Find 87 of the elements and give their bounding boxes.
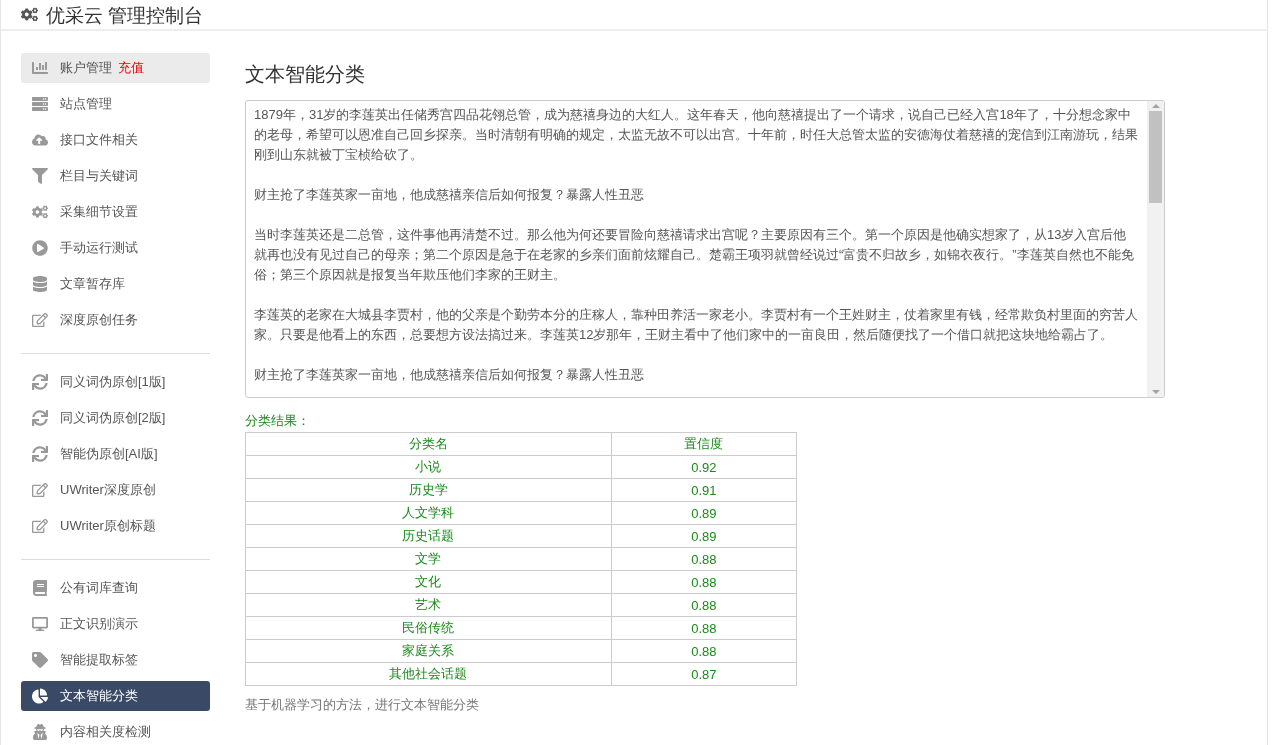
table-cell: 人文学科 <box>245 501 612 525</box>
sidebar-label: 深度原创任务 <box>60 311 138 329</box>
sidebar-label: 接口文件相关 <box>60 131 138 149</box>
sidebar-item[interactable]: 同义词伪原创[1版] <box>21 367 210 397</box>
sidebar-label: 正文识别演示 <box>60 615 138 633</box>
table-cell: 0.88 <box>611 593 797 617</box>
sidebar-item[interactable]: 账户管理 充值 <box>21 53 210 83</box>
column-header: 分类名 <box>245 432 612 456</box>
scrollbar[interactable] <box>1147 101 1164 397</box>
sidebar-label: UWriter原创标题 <box>60 517 156 535</box>
tag-icon <box>32 652 48 668</box>
table-cell: 0.89 <box>611 501 797 525</box>
sidebar-item[interactable]: 深度原创任务 <box>21 305 210 335</box>
sidebar-item[interactable]: 文本智能分类 <box>21 681 210 711</box>
table-cell: 小说 <box>245 455 612 479</box>
sidebar-item[interactable]: 智能伪原创[AI版] <box>21 439 210 469</box>
table-cell: 艺术 <box>245 593 612 617</box>
table-cell: 0.92 <box>611 455 797 479</box>
sidebar-item[interactable]: 同义词伪原创[2版] <box>21 403 210 433</box>
edit-icon <box>32 482 48 498</box>
play-icon <box>32 240 48 256</box>
table-cell: 家庭关系 <box>245 639 612 663</box>
table-cell: 0.87 <box>611 662 797 686</box>
table-cell: 文学 <box>245 547 612 571</box>
filter-icon <box>32 168 48 184</box>
text-input[interactable]: 1879年，31岁的李莲英出任储秀宫四品花翎总管，成为慈禧身边的大红人。这年春天，他向慈禧提出了一个请求，说自己已经入宫18年了，十分想念家中的老母，希望可以恩准自己回乡探亲。当时清朝有明确的规定，太监无故不可以出宫。十年前，时任大总管太监的安德海仗着慈禧的宠信到江南游玩，结果刚到山东就被丁宝桢给砍了。 财主抢了李莲英家一亩地，他成慈禧亲信后如何报复？暴露人性丑恶 当时李莲英还是二总管，这件事他再清楚不过。那么他为何还要冒险向慈禧请求出宫呢？主要原因有三个。第一个原因是他确实想家了，从13岁入宫后他就再也没有见过自己的母亲；第二个原因是急于在老家的乡亲们面前炫耀自己。楚霸王项羽就曾经说过“富贵不归故乡，如锦衣夜行。”李莲英自然也不能免俗；第三个原因就是报复当年欺压他们李家的王财主。 李莲英的老家在大城县李贾村，他的父亲是个勤劳本分的庄稼人，靠种田养活一家老小。李贾村有一个王姓财主，仗着家里有钱，经常欺负村里面的穷苦人家。只要是他看上的东西，总要想方设法搞过来。李莲英12岁那年，王财主看中了他们家中的一亩良田，然后随便找了一个借口就把这块地给霸占了。 财主抢了李莲英家一亩地，他成慈禧亲信后如何报复？暴露人性丑恶 <box>245 100 1165 398</box>
gears-icon <box>32 204 48 220</box>
edit-icon <box>32 312 48 328</box>
result-label: 分类结果： <box>245 412 311 430</box>
sidebar-item[interactable]: 站点管理 <box>21 89 210 119</box>
sidebar-label: 手动运行测试 <box>60 239 138 257</box>
scrollbar-thumb[interactable] <box>1149 111 1162 203</box>
sidebar-item[interactable]: 内容相关度检测 <box>21 717 210 745</box>
server-icon <box>32 96 48 112</box>
table-cell: 0.88 <box>611 616 797 640</box>
sidebar-label: 账户管理 <box>60 59 112 77</box>
sidebar-item[interactable]: 智能提取标签 <box>21 645 210 675</box>
refresh-icon <box>32 410 48 426</box>
sidebar-item[interactable]: 公有词库查询 <box>21 573 210 603</box>
bar-chart-icon <box>32 60 48 76</box>
person-icon <box>32 724 48 740</box>
sidebar-label: 同义词伪原创[2版] <box>60 409 166 427</box>
edit-icon <box>32 518 48 534</box>
settings-icon <box>21 6 38 23</box>
refresh-icon <box>32 374 48 390</box>
scroll-up-icon[interactable] <box>1151 101 1160 111</box>
monitor-icon <box>32 616 48 632</box>
table-cell: 历史话题 <box>245 524 612 548</box>
table-cell: 民俗传统 <box>245 616 612 640</box>
sidebar-label: 文本智能分类 <box>60 687 138 705</box>
sidebar-item[interactable]: 栏目与关键词 <box>21 161 210 191</box>
sidebar-label: 文章暂存库 <box>60 275 125 293</box>
sidebar-item[interactable]: UWriter深度原创 <box>21 475 210 505</box>
sidebar-label: 智能伪原创[AI版] <box>60 445 158 463</box>
column-header: 置信度 <box>611 432 797 456</box>
table-cell: 0.88 <box>611 547 797 571</box>
sidebar-label: 栏目与关键词 <box>60 167 138 185</box>
page-title: 文本智能分类 <box>245 62 366 87</box>
table-cell: 文化 <box>245 570 612 594</box>
sidebar-label: 采集细节设置 <box>60 203 138 221</box>
refresh-icon <box>32 446 48 462</box>
sidebar-label: 同义词伪原创[1版] <box>60 373 166 391</box>
table-cell: 0.91 <box>611 478 797 502</box>
scroll-down-icon[interactable] <box>1151 387 1160 397</box>
sidebar-item[interactable]: 正文识别演示 <box>21 609 210 639</box>
sidebar-label: 智能提取标签 <box>60 651 138 669</box>
table-cell: 其他社会话题 <box>245 662 612 686</box>
sidebar-label: UWriter深度原创 <box>60 481 156 499</box>
cloud-upload-icon <box>32 132 48 148</box>
table-cell: 0.89 <box>611 524 797 548</box>
app-title: 优采云 管理控制台 <box>46 4 204 28</box>
table-cell: 0.88 <box>611 639 797 663</box>
sidebar-item[interactable]: 采集细节设置 <box>21 197 210 227</box>
database-icon <box>32 276 48 292</box>
sidebar-item[interactable]: 文章暂存库 <box>21 269 210 299</box>
sidebar-item[interactable]: UWriter原创标题 <box>21 511 210 541</box>
pie-chart-icon <box>32 688 48 704</box>
footer-note: 基于机器学习的方法，进行文本智能分类 <box>245 696 480 714</box>
sidebar-item[interactable]: 接口文件相关 <box>21 125 210 155</box>
sidebar-label: 公有词库查询 <box>60 579 138 597</box>
book-icon <box>32 580 48 596</box>
sidebar-item[interactable]: 手动运行测试 <box>21 233 210 263</box>
sidebar-label: 站点管理 <box>60 95 112 113</box>
sidebar-label: 内容相关度检测 <box>60 723 151 741</box>
table-cell: 历史学 <box>245 478 612 502</box>
recharge-link[interactable]: 充值 <box>118 59 144 77</box>
table-cell: 0.88 <box>611 570 797 594</box>
